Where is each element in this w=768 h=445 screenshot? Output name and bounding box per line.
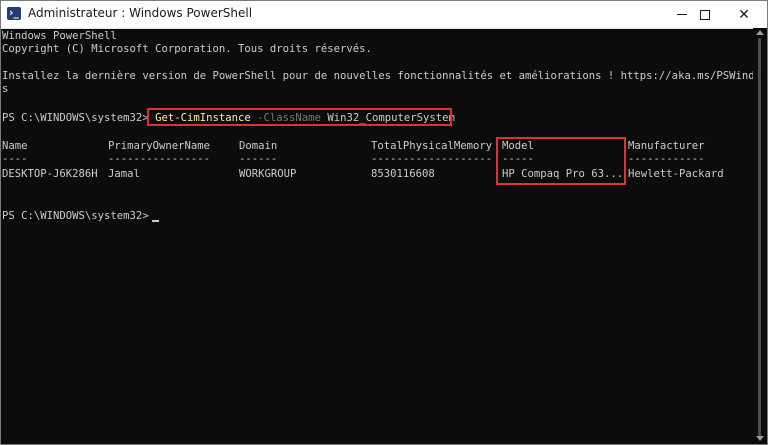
powershell-window: ›_ Administrateur : Windows PowerShell ✕… — [0, 0, 768, 445]
table-header-memory: TotalPhysicalMemory — [371, 140, 493, 152]
window-title: Administrateur : Windows PowerShell — [28, 6, 253, 20]
title-bar[interactable]: ›_ Administrateur : Windows PowerShell ✕ — [1, 1, 767, 29]
close-icon: ✕ — [738, 6, 750, 23]
table-header-manufacturer: Manufacturer — [628, 140, 705, 152]
scroll-down-arrow-icon[interactable] — [756, 436, 764, 441]
final-prompt: PS C:\WINDOWS\system32> — [2, 210, 149, 222]
table-cell-manufacturer: Hewlett-Packard — [628, 168, 724, 180]
console-output[interactable]: Windows PowerShell Copyright (C) Microso… — [1, 28, 767, 444]
table-cell-domain: WORKGROUP — [239, 168, 297, 180]
maximize-icon — [700, 9, 710, 20]
prompt: PS C:\WINDOWS\system32> — [2, 112, 149, 124]
console-notice-line: Installez la dernière version de PowerSh… — [2, 70, 768, 82]
table-cell-memory: 8530116608 — [371, 168, 435, 180]
table-cell-owner: Jamal — [108, 168, 140, 180]
command-highlight-box — [147, 108, 452, 126]
scroll-up-arrow-icon[interactable] — [756, 30, 764, 35]
table-cell-name: DESKTOP-J6K286H — [2, 168, 98, 180]
table-separator: ------------------- — [371, 153, 493, 165]
table-separator: ---------------- — [108, 153, 211, 165]
text-cursor — [152, 220, 159, 222]
console-notice-line-wrap: s — [2, 83, 9, 95]
table-header-name: Name — [2, 140, 28, 152]
scroll-thumb[interactable] — [758, 38, 761, 437]
table-header-owner: PrimaryOwnerName — [108, 140, 211, 152]
console-header-line: Windows PowerShell — [2, 30, 117, 42]
table-separator: ------------ — [628, 153, 705, 165]
table-header-domain: Domain — [239, 140, 278, 152]
table-separator: ---- — [2, 153, 28, 165]
powershell-icon: ›_ — [7, 6, 21, 20]
model-highlight-box — [496, 137, 626, 185]
vertical-scrollbar[interactable] — [753, 28, 767, 444]
console-copyright-line: Copyright (C) Microsoft Corporation. Tou… — [2, 43, 372, 55]
table-separator: ------ — [239, 153, 278, 165]
close-button[interactable]: ✕ — [721, 1, 767, 28]
